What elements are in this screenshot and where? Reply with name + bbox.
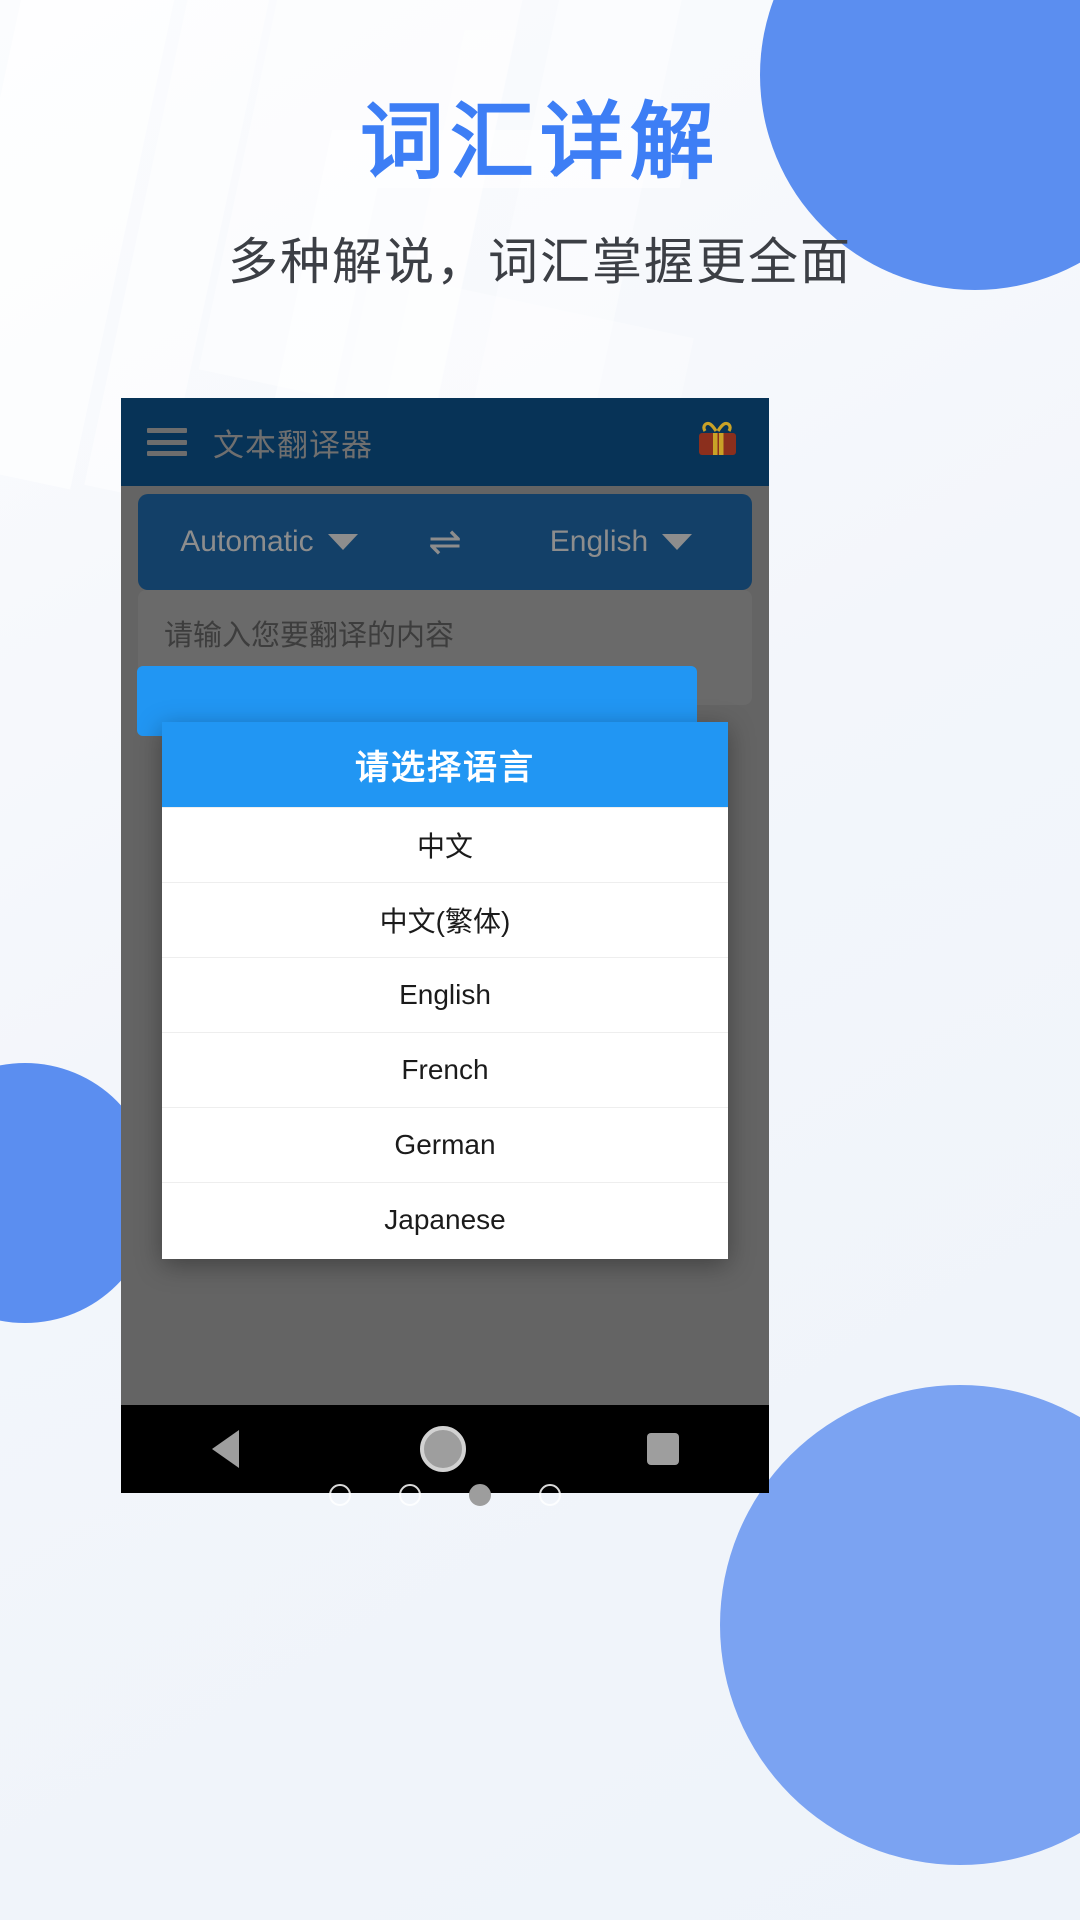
source-language-label: Automatic (180, 525, 314, 558)
pager-dot[interactable] (539, 1484, 561, 1506)
android-navigation-bar (121, 1405, 769, 1493)
list-item[interactable]: English (162, 957, 728, 1032)
chevron-down-icon (662, 534, 693, 550)
chevron-down-icon (327, 534, 358, 550)
list-item[interactable]: French (162, 1032, 728, 1107)
app-body: Automatic ⇌ English 请输入您要翻译的内容 请选择语言 中文 … (121, 486, 769, 1493)
list-item[interactable]: 中文(繁体) (162, 882, 728, 957)
app-bar: 文本翻译器 (121, 398, 769, 486)
pager-dot[interactable] (399, 1484, 421, 1506)
translation-input-placeholder: 请输入您要翻译的内容 (164, 620, 455, 652)
recents-square-icon[interactable] (646, 1433, 679, 1465)
target-language-label: English (549, 525, 649, 558)
hamburger-icon[interactable] (147, 428, 187, 456)
list-item[interactable]: 中文 (162, 807, 728, 882)
pager-dot-active[interactable] (469, 1484, 491, 1506)
page-title: 词汇详解 (359, 95, 720, 189)
translation-input-card[interactable]: 请输入您要翻译的内容 (137, 590, 752, 736)
app-title: 文本翻译器 (213, 427, 373, 463)
swap-horizontal-icon[interactable]: ⇌ (400, 522, 490, 562)
hero-section: 词汇详解 多种解说，词汇掌握更全面 (0, 96, 1080, 294)
dialog-title: 请选择语言 (162, 722, 728, 807)
phone-mockup: 文本翻译器 Automatic ⇌ English 请输入您要翻译的内容 请选择… (121, 398, 769, 1493)
list-item[interactable]: Japanese (162, 1182, 728, 1257)
home-circle-icon[interactable] (419, 1426, 466, 1472)
pager-dot[interactable] (329, 1484, 351, 1506)
list-item[interactable]: German (162, 1107, 728, 1182)
gift-icon[interactable] (691, 418, 743, 466)
back-triangle-icon[interactable] (211, 1430, 239, 1468)
target-language-button[interactable]: English (490, 525, 752, 559)
pager-dots (121, 1484, 769, 1506)
phone-screen: 文本翻译器 Automatic ⇌ English 请输入您要翻译的内容 请选择… (121, 398, 769, 1493)
language-picker-dialog: 请选择语言 中文 中文(繁体) English French German Ja… (162, 722, 728, 1259)
language-selector-bar: Automatic ⇌ English (138, 494, 752, 590)
source-language-button[interactable]: Automatic (138, 525, 400, 559)
decor-circle-bottom-right (720, 1385, 1080, 1865)
page-subtitle: 多种解说，词汇掌握更全面 (228, 234, 852, 291)
